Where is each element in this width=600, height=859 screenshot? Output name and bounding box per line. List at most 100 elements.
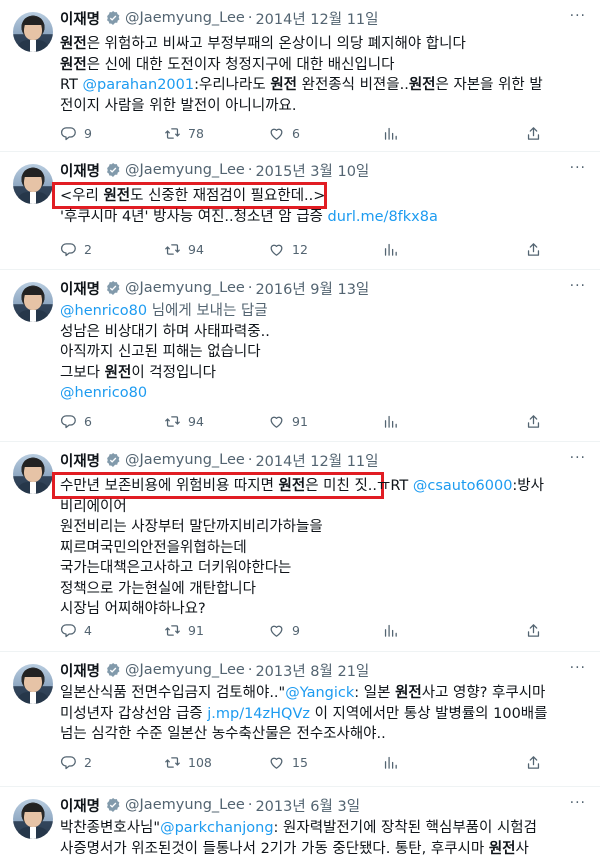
like-count: 9: [292, 623, 300, 638]
tweet-date[interactable]: 2014년 12월 11일: [255, 450, 378, 471]
reply-count: 6: [84, 414, 92, 429]
text-link[interactable]: @henrico80: [60, 303, 147, 319]
views-icon: [382, 241, 399, 258]
text-link[interactable]: @csauto6000: [413, 478, 513, 494]
tweet[interactable]: 이재명 @Jaemyung_Lee · 2014년 12월 11일 ··· 수만…: [0, 442, 600, 652]
views-icon: [382, 622, 399, 639]
author-handle[interactable]: @Jaemyung_Lee: [125, 280, 245, 296]
reply-icon: [60, 413, 77, 430]
tweet-actions: 2 94 12: [60, 241, 580, 261]
author-handle[interactable]: @Jaemyung_Lee: [125, 10, 245, 26]
retweet-icon: [164, 413, 181, 430]
share-button[interactable]: [525, 622, 542, 639]
avatar[interactable]: [13, 164, 53, 204]
more-options-icon[interactable]: ···: [570, 660, 586, 676]
retweet-button[interactable]: 78: [164, 125, 204, 142]
views-button[interactable]: [382, 754, 399, 771]
retweet-button[interactable]: 91: [164, 622, 204, 639]
text-link[interactable]: @parahan2001: [83, 77, 195, 93]
author-handle[interactable]: @Jaemyung_Lee: [125, 797, 245, 813]
views-button[interactable]: [382, 413, 399, 430]
reply-button[interactable]: 2: [60, 754, 92, 771]
author-handle[interactable]: @Jaemyung_Lee: [125, 452, 245, 468]
text-link[interactable]: @Yangick: [285, 685, 354, 701]
tweet[interactable]: 이재명 @Jaemyung_Lee · 2016년 9월 13일 ··· @he…: [0, 270, 600, 442]
avatar[interactable]: [13, 664, 53, 704]
retweet-button[interactable]: 94: [164, 241, 204, 258]
author-name[interactable]: 이재명: [60, 450, 100, 471]
more-options-icon[interactable]: ···: [570, 160, 586, 176]
keyword-bold: 원전: [60, 57, 87, 73]
tweet-date[interactable]: 2013년 6월 3일: [255, 795, 360, 816]
tweet[interactable]: 이재명 @Jaemyung_Lee · 2013년 6월 3일 ··· 박찬종변…: [0, 787, 600, 855]
retweet-icon: [164, 754, 181, 771]
text-link[interactable]: durl.me/8fkx8a: [328, 209, 438, 225]
tweet-date[interactable]: 2016년 9월 13일: [255, 278, 369, 299]
text-segment: 성남은 비상대기 하며 사태파력중..: [60, 324, 270, 340]
text-link[interactable]: @henrico80: [60, 385, 147, 401]
like-count: 15: [292, 755, 308, 770]
avatar[interactable]: [13, 282, 53, 322]
separator-dot: ·: [248, 162, 253, 178]
more-options-icon[interactable]: ···: [570, 795, 586, 811]
views-button[interactable]: [382, 125, 399, 142]
separator-dot: ·: [248, 452, 253, 468]
separator-dot: ·: [248, 662, 253, 678]
tweet-text: <우리 원전도 신중한 재점검이 필요한데..>'후쿠시마 4년' 방사능 여진…: [60, 186, 586, 227]
tweet-text: 박찬종변호사님"@parkchanjong: 원자력발전기에 장착된 핵심부품이…: [60, 818, 586, 859]
retweet-count: 108: [188, 755, 212, 770]
text-link[interactable]: @parkchanjong: [160, 820, 273, 836]
like-button[interactable]: 12: [268, 241, 308, 258]
tweet-date[interactable]: 2015년 3월 10일: [255, 160, 369, 181]
verified-badge-icon: [105, 280, 121, 296]
reply-count: 2: [84, 242, 92, 257]
text-segment: 넘는 심각한 수준 일본산 농수축산물은 전수조사해야..: [60, 726, 386, 742]
reply-button[interactable]: 4: [60, 622, 92, 639]
tweet-text-line: <우리 원전도 신중한 재점검이 필요한데..>: [60, 186, 586, 207]
like-button[interactable]: 9: [268, 622, 300, 639]
separator-dot: ·: [248, 10, 253, 26]
author-name[interactable]: 이재명: [60, 660, 100, 681]
share-button[interactable]: [525, 241, 542, 258]
avatar[interactable]: [13, 12, 53, 52]
more-options-icon[interactable]: ···: [570, 278, 586, 294]
tweet-date[interactable]: 2013년 8월 21일: [255, 660, 369, 681]
text-link[interactable]: j.mp/14zHQVz: [207, 706, 310, 722]
like-button[interactable]: 6: [268, 125, 300, 142]
reply-button[interactable]: 2: [60, 241, 92, 258]
more-options-icon[interactable]: ···: [570, 450, 586, 466]
author-handle[interactable]: @Jaemyung_Lee: [125, 662, 245, 678]
avatar[interactable]: [13, 799, 53, 839]
views-button[interactable]: [382, 241, 399, 258]
text-segment: RT: [60, 77, 83, 93]
author-name[interactable]: 이재명: [60, 160, 100, 181]
views-button[interactable]: [382, 622, 399, 639]
retweet-button[interactable]: 108: [164, 754, 212, 771]
author-handle[interactable]: @Jaemyung_Lee: [125, 162, 245, 178]
tweet-header: 이재명 @Jaemyung_Lee · 2013년 8월 21일: [60, 660, 369, 680]
tweet-text-line: 미성년자 갑상선암 급증 j.mp/14zHQVz 이 지역에서만 통상 발병률…: [60, 704, 586, 725]
avatar[interactable]: [13, 454, 53, 494]
retweet-button[interactable]: 94: [164, 413, 204, 430]
separator-dot: ·: [248, 797, 253, 813]
author-name[interactable]: 이재명: [60, 278, 100, 299]
tweet-text: 일본산식품 전면수입금지 검토해야.."@Yangick: 일본 원전사고 영향…: [60, 683, 586, 745]
like-button[interactable]: 91: [268, 413, 308, 430]
reply-button[interactable]: 9: [60, 125, 92, 142]
share-button[interactable]: [525, 125, 542, 142]
author-name[interactable]: 이재명: [60, 795, 100, 816]
tweet[interactable]: 이재명 @Jaemyung_Lee · 2013년 8월 21일 ··· 일본산…: [0, 652, 600, 787]
tweet[interactable]: 이재명 @Jaemyung_Lee · 2015년 3월 10일 ··· <우리…: [0, 152, 600, 270]
share-button[interactable]: [525, 413, 542, 430]
text-segment: 그보다: [60, 365, 105, 381]
tweet-text-line: 찌르며국민의안전을위협하는데: [60, 538, 586, 559]
tweet[interactable]: 이재명 @Jaemyung_Lee · 2014년 12월 11일 ··· 원전…: [0, 0, 600, 152]
like-button[interactable]: 15: [268, 754, 308, 771]
tweet-text: 수만년 보존비용에 위험비용 따지면 원전은 미친 짓..ㅠRT @csauto…: [60, 476, 586, 620]
tweet-date[interactable]: 2014년 12월 11일: [255, 8, 378, 29]
author-name[interactable]: 이재명: [60, 8, 100, 29]
share-button[interactable]: [525, 754, 542, 771]
more-options-icon[interactable]: ···: [570, 8, 586, 24]
reply-button[interactable]: 6: [60, 413, 92, 430]
tweet-text-line: @henrico80: [60, 383, 586, 404]
